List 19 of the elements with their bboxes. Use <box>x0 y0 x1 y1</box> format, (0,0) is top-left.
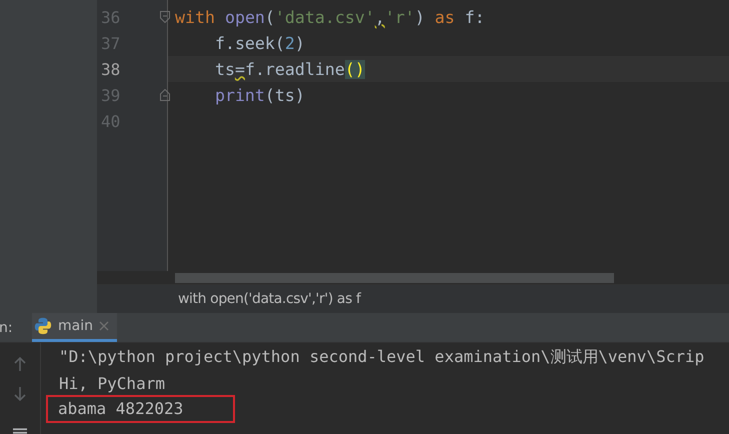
up-arrow-icon[interactable] <box>13 356 27 372</box>
console-output: abama 4822023 <box>57 398 184 418</box>
code-line: with open('data.csv','r') as f: <box>175 8 485 26</box>
close-icon[interactable] <box>98 321 109 331</box>
run-tab[interactable]: main <box>32 313 117 342</box>
line-number: 38 <box>101 60 120 78</box>
down-arrow-icon[interactable] <box>13 386 27 402</box>
fold-icon[interactable] <box>160 89 170 101</box>
breadcrumb[interactable]: with open('data.csv','r') as f <box>178 291 361 308</box>
panel-label: n: <box>0 320 14 336</box>
code-line: ts=f.readline() <box>214 60 365 78</box>
code-line: f.seek(2) <box>214 34 305 52</box>
code-line: print(ts) <box>214 86 305 104</box>
console-output: Hi, PyCharm <box>58 374 166 393</box>
python-icon <box>34 317 52 335</box>
scrollbar-thumb[interactable] <box>175 272 614 283</box>
wrap-icon[interactable] <box>13 428 27 434</box>
console-output: "D:\python project\python second-level examination\测试用\venv\Scrip <box>58 347 706 368</box>
fold-icon[interactable] <box>160 11 170 23</box>
